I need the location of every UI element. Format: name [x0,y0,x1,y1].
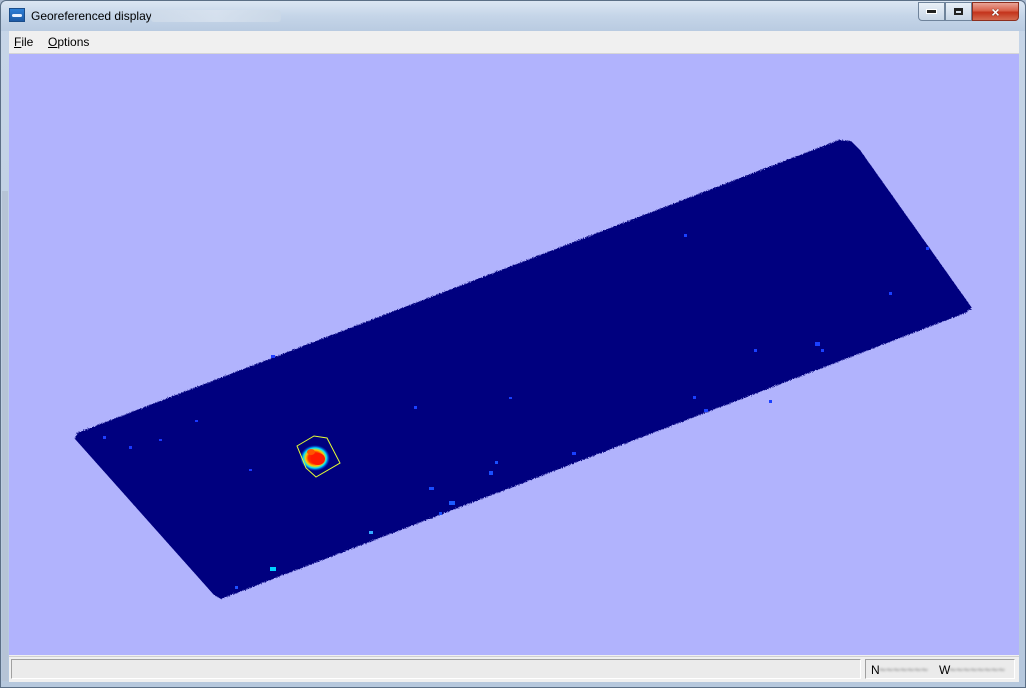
menu-options-mnemonic: O [48,35,58,49]
survey-field-area [75,140,972,599]
menu-file[interactable]: File [14,35,33,49]
menu-options[interactable]: Options [48,35,89,49]
latitude-value: ~~~~~~~ [879,663,929,677]
menu-options-label: ptions [57,35,90,49]
application-window: Georeferenced display × File Options N ~… [0,0,1026,688]
title-bar[interactable]: Georeferenced display × [1,1,1025,31]
close-icon: × [991,3,1000,20]
status-bar: N ~~~~~~~ W ~~~~~~~~ [9,656,1019,682]
minimize-button[interactable] [918,2,945,21]
window-title: Georeferenced display [31,9,152,23]
longitude-value: ~~~~~~~~ [949,663,1006,677]
client-area: File Options N ~~~~~~~ W ~~~~~~~~ [9,31,1019,682]
maximize-button[interactable] [945,2,972,21]
map-canvas[interactable] [9,54,1019,655]
status-message-pane [11,659,861,679]
minimize-icon [926,9,937,14]
title-obscured-suffix [151,10,281,22]
display-app-icon[interactable] [9,8,25,22]
close-button[interactable]: × [972,2,1019,21]
menu-bar: File Options [9,31,1019,54]
window-frame-edge [2,191,8,681]
coordinate-readout-pane: N ~~~~~~~ W ~~~~~~~~ [865,659,1015,679]
hotspot-anomaly[interactable] [300,445,330,471]
georeferenced-map-view[interactable] [9,54,1019,655]
menu-file-label: ile [21,35,34,49]
maximize-icon [954,8,963,15]
